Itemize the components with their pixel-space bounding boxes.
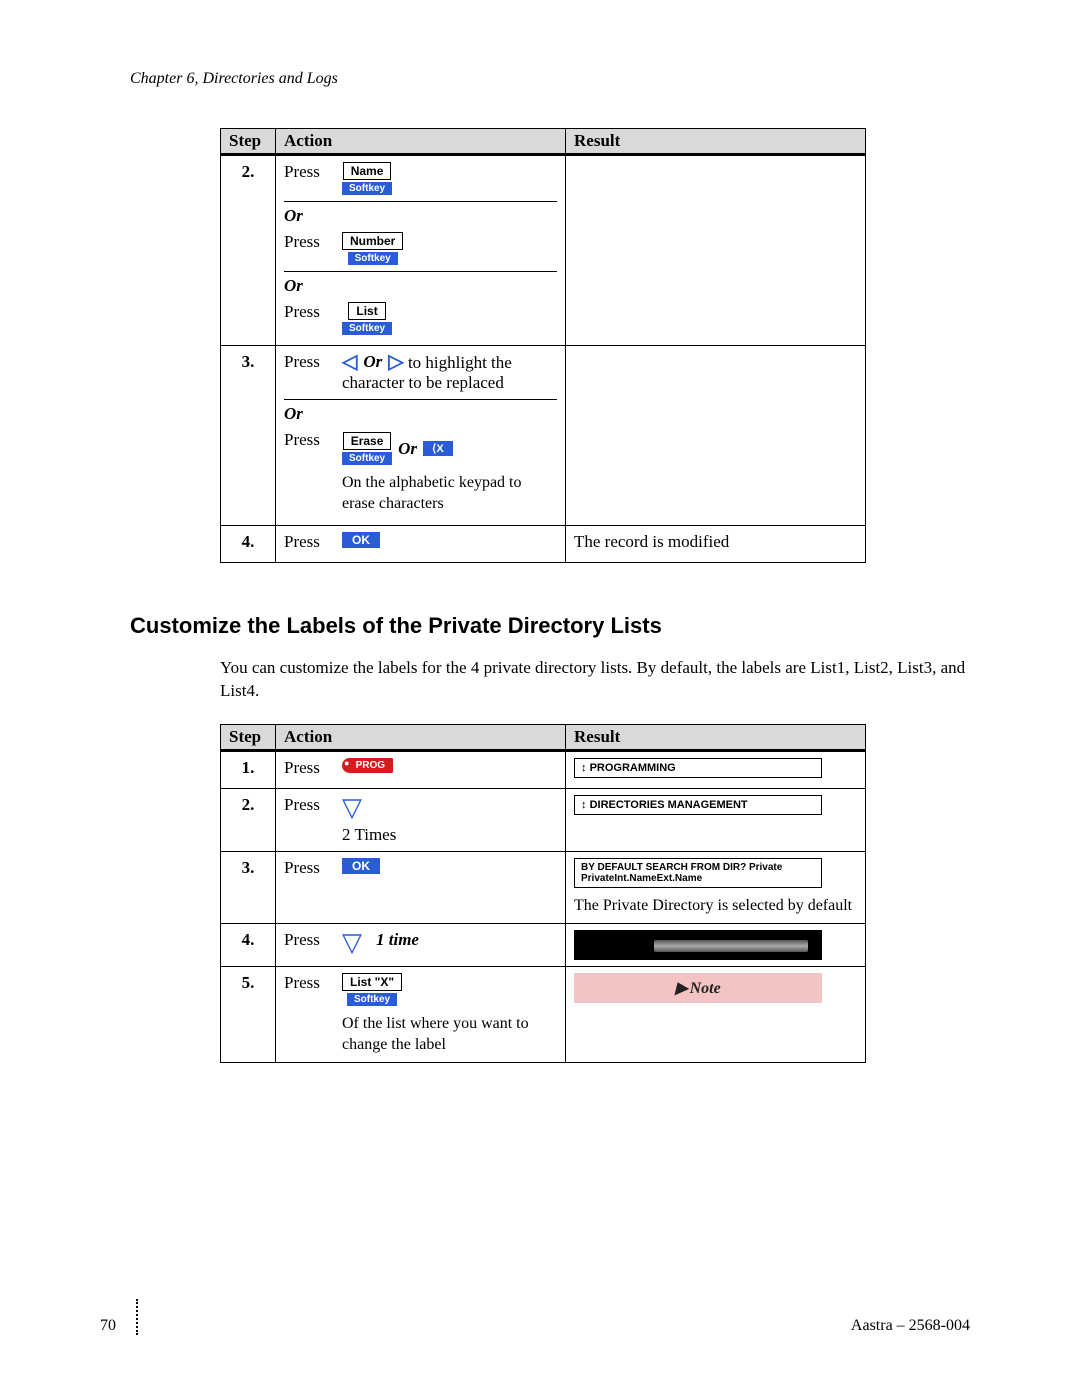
action-cell: Press PROG (276, 751, 566, 789)
inline-or: Or (398, 439, 417, 459)
press-label: Press (284, 973, 328, 993)
press-label: Press (284, 352, 328, 372)
result-cell: The record is modified (566, 525, 866, 562)
press-label: Press (284, 795, 328, 815)
erase-button-icon: Erase (343, 432, 392, 450)
result-cell: BY DEFAULT SEARCH FROM DIR? Private Priv… (566, 852, 866, 924)
screen-line1: BY DEFAULT SEARCH FROM DIR? Private (581, 862, 815, 873)
press-label: Press (284, 430, 328, 450)
one-time-text: 1 time (376, 930, 419, 950)
listx-softkey: List "X" Softkey (342, 973, 402, 1006)
th-step: Step (221, 725, 276, 751)
arrow-right-icon: ▷ (388, 352, 403, 372)
result-cell (566, 346, 866, 526)
press-label: Press (284, 758, 328, 778)
number-softkey: Number Softkey (342, 232, 403, 265)
th-result: Result (566, 725, 866, 751)
prog-button-icon: PROG (342, 758, 393, 773)
or-separator: Or (284, 271, 557, 296)
press-label: Press (284, 858, 328, 878)
step-number: 1. (221, 751, 276, 789)
softkey-tag-icon: Softkey (342, 182, 392, 195)
action-cell: Press List "X" Softkey Of the list where… (276, 967, 566, 1063)
procedure-table-2: Step Action Result 1. Press PROG ↕ PROGR… (220, 724, 866, 1062)
step-number: 2. (221, 789, 276, 852)
step-number: 4. (221, 924, 276, 967)
th-result: Result (566, 129, 866, 155)
action-cell: Press OK (276, 852, 566, 924)
name-button-icon: Name (343, 162, 392, 180)
erase-softkey: Erase Softkey (342, 432, 392, 465)
softkey-tag-icon: Softkey (342, 452, 392, 465)
screen-programming: ↕ PROGRAMMING (574, 758, 822, 778)
arrow-left-icon: ◁ (342, 352, 357, 372)
doc-reference: Aastra – 2568-004 (851, 1317, 970, 1335)
screen-note-box: ▶Note (574, 973, 822, 1003)
list-button-icon: List (348, 302, 385, 320)
backspace-label: X (436, 443, 443, 455)
press-label: Press (284, 302, 328, 322)
screen-default-search: BY DEFAULT SEARCH FROM DIR? Private Priv… (574, 858, 822, 888)
chapter-header: Chapter 6, Directories and Logs (130, 70, 970, 88)
step-number: 3. (221, 346, 276, 526)
softkey-tag-icon: Softkey (342, 322, 392, 335)
or-separator: Or (284, 201, 557, 226)
arrow-down-icon: ▽ (342, 795, 362, 821)
section-title: Customize the Labels of the Private Dire… (130, 613, 970, 639)
result-text: The Private Directory is selected by def… (574, 896, 857, 917)
list-softkey: List Softkey (342, 302, 392, 335)
step-number: 3. (221, 852, 276, 924)
ok-button-icon: OK (342, 532, 380, 548)
screen-line2: PrivateInt.NameExt.Name (581, 873, 815, 884)
result-cell: ↕ DIRECTORIES MANAGEMENT (566, 789, 866, 852)
action-cell: Press ◁ Or ▷ to highlight the character … (276, 346, 566, 526)
screen-directories: ↕ DIRECTORIES MANAGEMENT (574, 795, 822, 815)
backspace-icon: ⟨X (423, 441, 453, 456)
step-number: 2. (221, 155, 276, 346)
softkey-tag-icon: Softkey (347, 993, 397, 1006)
screen-text: DIRECTORIES MANAGEMENT (590, 799, 748, 811)
note-label: Note (690, 980, 721, 997)
step-number: 4. (221, 525, 276, 562)
section-body: You can customize the labels for the 4 p… (220, 657, 970, 703)
softkey-tag-icon: Softkey (348, 252, 398, 265)
inline-or: Or (363, 352, 382, 372)
press-label: Press (284, 532, 328, 552)
th-action: Action (276, 129, 566, 155)
prog-label: PROG (356, 760, 385, 771)
page-number-dots-icon (136, 1299, 138, 1335)
ok-button-icon: OK (342, 858, 380, 874)
step-number: 5. (221, 967, 276, 1063)
listx-button-icon: List "X" (342, 973, 402, 991)
action-cell: Press ▽ 2 Times (276, 789, 566, 852)
screen-text: PROGRAMMING (590, 762, 676, 774)
erase-text: On the alphabetic keypad to erase charac… (342, 473, 557, 515)
result-cell (566, 155, 866, 346)
name-softkey: Name Softkey (342, 162, 392, 195)
result-cell: ↕ PROGRAMMING (566, 751, 866, 789)
press-label: Press (284, 930, 328, 950)
th-step: Step (221, 129, 276, 155)
page-number: 70 (100, 1317, 116, 1334)
action-cell: Press ▽ 1 time (276, 924, 566, 967)
th-action: Action (276, 725, 566, 751)
number-button-icon: Number (342, 232, 403, 250)
press-label: Press (284, 162, 328, 182)
result-cell: ▶Note (566, 967, 866, 1063)
press-label: Press (284, 232, 328, 252)
of-list-text: Of the list where you want to change the… (342, 1014, 557, 1056)
or-separator: Or (284, 399, 557, 424)
action-cell: Press Name Softkey Or Press Number Softk… (276, 155, 566, 346)
arrow-down-icon: ▽ (342, 930, 362, 956)
screen-dark-bar (574, 930, 822, 960)
action-cell: Press OK (276, 525, 566, 562)
times-text: 2 Times (342, 825, 557, 845)
procedure-table-1: Step Action Result 2. Press Name Softkey… (220, 128, 866, 563)
result-cell (566, 924, 866, 967)
